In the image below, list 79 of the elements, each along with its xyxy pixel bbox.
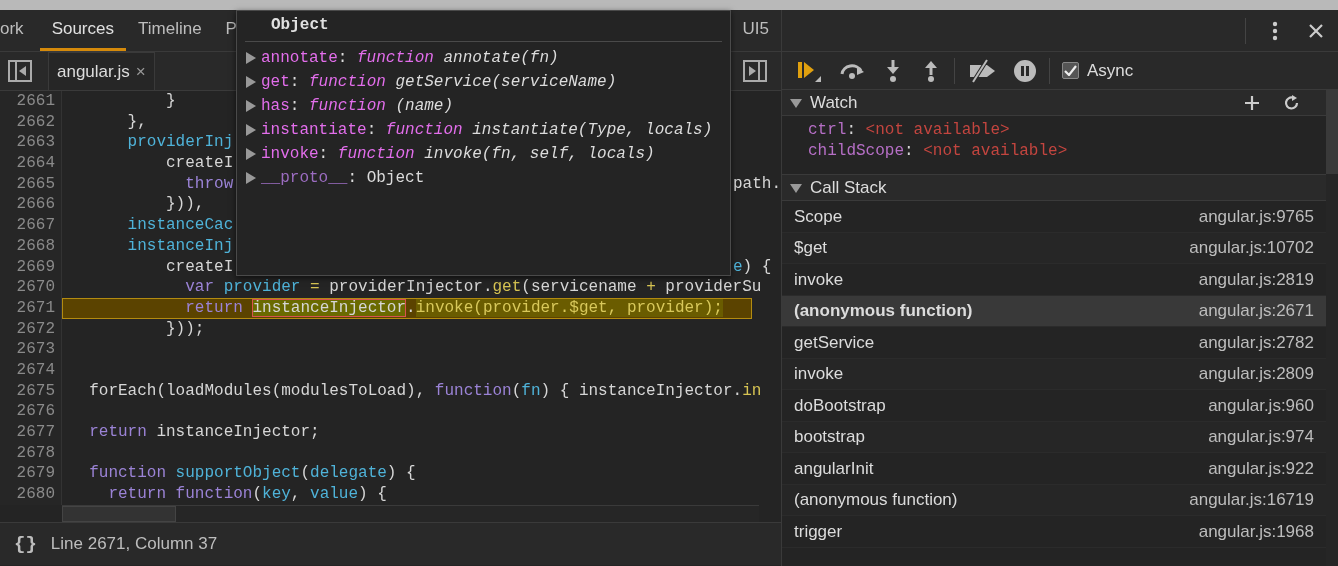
source-location: angular.js:10702 xyxy=(1189,237,1314,259)
expand-triangle-icon[interactable] xyxy=(245,148,257,160)
sidebar-toggle-icon xyxy=(8,60,32,82)
property-row[interactable]: get: function getService(serviceName) xyxy=(245,70,722,94)
code-line: } xyxy=(165,91,176,112)
collapse-triangle-icon[interactable] xyxy=(790,96,802,109)
code-line: providerInj xyxy=(126,132,234,154)
function-name: invoke xyxy=(794,363,844,385)
code-line: createI xyxy=(165,153,234,174)
async-label: Async xyxy=(1087,59,1134,82)
function-name: trigger xyxy=(794,520,843,543)
watch-expression[interactable]: childScope: <not available> xyxy=(808,141,1326,162)
function-name: doBootstrap xyxy=(794,394,886,417)
collapse-triangle-icon[interactable] xyxy=(790,181,802,194)
expand-triangle-icon[interactable] xyxy=(245,100,257,112)
call-frame[interactable]: (anonymous function) angular.js:2671 xyxy=(782,295,1326,327)
plus-icon xyxy=(1244,94,1260,111)
pause-icon xyxy=(1013,58,1037,83)
source-location: angular.js:2671 xyxy=(1198,300,1314,322)
expand-triangle-icon[interactable] xyxy=(245,52,257,64)
code-line: forEach(loadModules(modulesToLoad), function(fn) { instanceInjector.in xyxy=(88,380,762,402)
property-row[interactable]: invoke: function invoke(fn, self, locals) xyxy=(245,142,722,166)
source-location: angular.js:974 xyxy=(1208,426,1314,448)
code-fragment: path. xyxy=(733,174,781,193)
source-location: angular.js:2782 xyxy=(1198,331,1314,354)
code-line: createI xyxy=(165,256,235,278)
function-name: (anonymous function) xyxy=(794,489,958,511)
source-location: angular.js:2819 xyxy=(1198,268,1314,291)
source-location: angular.js:2809 xyxy=(1198,363,1314,385)
code-line: })), xyxy=(165,194,205,216)
panel-tab[interactable]: ork xyxy=(0,10,36,51)
async-checkbox[interactable] xyxy=(1062,62,1079,79)
close-icon xyxy=(1308,22,1324,39)
function-name: invoke xyxy=(794,268,844,291)
section-header[interactable]: Call Stack xyxy=(782,175,1326,201)
code-line: }, xyxy=(126,111,147,133)
breakpoint-slash-icon xyxy=(967,58,997,83)
pretty-print-button[interactable]: {} xyxy=(8,529,43,559)
property-row[interactable]: __proto__: Object xyxy=(245,166,722,190)
source-location: angular.js:16719 xyxy=(1189,489,1314,511)
watch-expression[interactable]: ctrl: <not available> xyxy=(808,120,1326,141)
kebab-menu-icon xyxy=(1272,20,1278,41)
property-row[interactable]: has: function (name) xyxy=(245,94,722,118)
expand-triangle-icon[interactable] xyxy=(245,76,257,88)
source-location: angular.js:960 xyxy=(1208,394,1314,417)
function-name: getService xyxy=(794,331,875,354)
function-name: (anonymous function) xyxy=(794,300,973,322)
section-title: Watch xyxy=(810,91,858,114)
horizontal-scrollbar[interactable] xyxy=(62,505,759,522)
sidebar-toggle-icon xyxy=(743,60,767,82)
function-name: bootstrap xyxy=(794,426,865,448)
function-name: Scope xyxy=(794,205,843,228)
code-line: instanceInj xyxy=(126,235,234,257)
code-line: })); xyxy=(165,318,205,340)
section-header[interactable]: Watch xyxy=(782,90,1326,116)
code-line: return instanceInjector; xyxy=(88,422,320,443)
popover-title: Object xyxy=(245,13,722,42)
code-line: var provider = providerInjector.get(servicename + providerSu xyxy=(184,277,762,298)
file-tab[interactable]: angular.js × xyxy=(48,52,155,90)
code-line: throw xyxy=(184,173,235,195)
code-line: function supportObject(delegate) { xyxy=(88,463,416,485)
file-tab-label: angular.js xyxy=(57,60,130,83)
refresh-icon xyxy=(1284,94,1300,111)
property-row[interactable]: instantiate: function instantiate(Type, locals) xyxy=(245,118,722,142)
code-line: return function(key, value) { xyxy=(107,484,387,505)
function-name: angularInit xyxy=(794,457,874,480)
panel-tab[interactable]: Timeline xyxy=(126,10,214,51)
source-location: angular.js:1968 xyxy=(1198,520,1314,543)
function-name: $get xyxy=(794,237,828,259)
source-location: angular.js:9765 xyxy=(1198,205,1314,228)
section-title: Call Stack xyxy=(810,176,887,199)
code-fragment: e) { xyxy=(733,257,772,276)
source-location: angular.js:922 xyxy=(1208,457,1314,480)
expand-triangle-icon[interactable] xyxy=(245,172,257,184)
panel-tab[interactable]: UI5 xyxy=(730,10,781,51)
cursor-position: Line 2671, Column 37 xyxy=(50,533,218,556)
code-line: instanceCac xyxy=(126,215,234,236)
expand-triangle-icon[interactable] xyxy=(245,124,257,136)
close-icon[interactable]: × xyxy=(135,58,146,85)
